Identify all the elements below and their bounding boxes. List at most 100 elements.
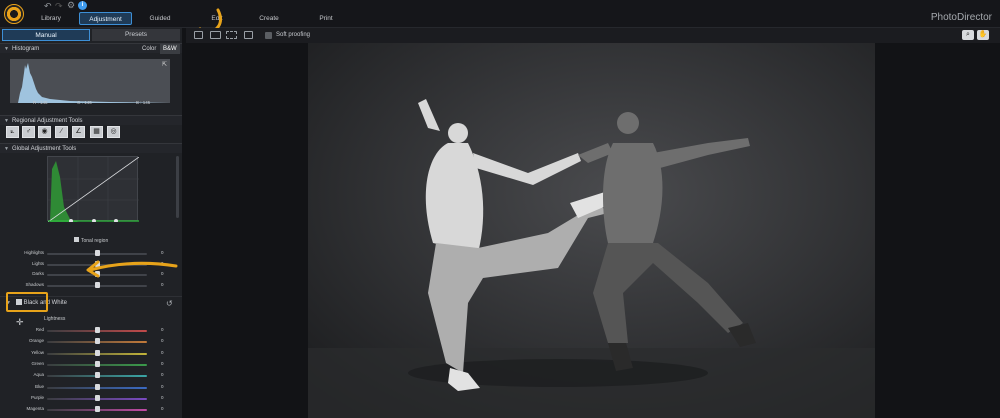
tone-slider-knob[interactable] (95, 250, 100, 256)
tab-guided[interactable]: Guided (141, 12, 179, 25)
tone-label: Highlights (24, 250, 44, 255)
collapse-triangle-icon: ▼ (4, 46, 9, 52)
color-label: Red (35, 327, 44, 332)
app-title: PhotoDirector (930, 12, 992, 23)
color-slider-knob[interactable] (95, 360, 100, 367)
color-label: Yellow (31, 349, 44, 355)
highlight-box (6, 292, 48, 312)
redo-icon[interactable]: ↷ (55, 1, 63, 12)
color-row: Green 0 (0, 360, 182, 371)
red-eye-icon[interactable]: ◉ (38, 126, 51, 138)
top-bar: ↶ ↷ ⚙ i Library Adjustment Guided Edit C… (0, 0, 1000, 28)
compare-view-icon[interactable] (210, 31, 221, 39)
soft-proofing-checkbox[interactable] (265, 32, 272, 39)
color-value: 0 (161, 327, 164, 332)
global-tools-title: Global Adjustment Tools (11, 146, 77, 152)
color-value: 0 (161, 360, 164, 366)
spot-removal-icon[interactable]: ♂ (22, 126, 35, 138)
adjust-icon[interactable]: ◎ (107, 126, 120, 138)
global-tools-header[interactable]: ▼ Global Adjustment Tools (0, 143, 182, 153)
tone-slider-knob[interactable] (95, 281, 100, 288)
color-row: Blue 0 (0, 383, 182, 394)
soft-proofing-label: Soft proofing (276, 32, 311, 38)
radial-filter-icon[interactable]: ▦ (90, 126, 103, 138)
tone-curve-graph[interactable] (47, 156, 140, 223)
tone-row: Shadows 0 (0, 281, 182, 292)
tone-curve (47, 156, 140, 223)
color-label: Orange (28, 338, 44, 344)
color-label: Purple (30, 394, 44, 400)
tab-adjustment[interactable]: Adjustment (79, 12, 132, 25)
lightness-label: Lightness (44, 316, 66, 322)
single-view-icon[interactable] (194, 31, 203, 39)
color-value: 0 (161, 406, 164, 412)
view-toolbar: Soft proofing ⌕ ✋ (186, 28, 1000, 43)
color-slider-knob[interactable] (95, 394, 100, 401)
expand-icon[interactable]: ⇱ (162, 61, 167, 68)
histogram-bars (18, 63, 170, 103)
panel-scrollbar[interactable] (176, 156, 179, 218)
tab-print[interactable]: Print (312, 12, 340, 25)
brush-tool-icon[interactable]: ∕ (55, 126, 68, 138)
info-icon[interactable]: i (78, 1, 87, 10)
histogram-bw-toggle[interactable]: B&W (160, 44, 180, 54)
tab-manual[interactable]: Manual (2, 29, 90, 41)
color-slider-knob[interactable] (95, 383, 100, 390)
tab-library[interactable]: Library (33, 12, 69, 25)
reset-icon[interactable]: ↺ (166, 297, 173, 310)
tone-label: Shadows (25, 281, 44, 287)
collapse-triangle-icon: ▼ (4, 118, 9, 124)
collapse-triangle-icon: ▼ (4, 146, 9, 152)
logo-icon (4, 4, 24, 24)
tone-value: 0 (161, 281, 164, 287)
tone-value: 0 (161, 250, 164, 255)
color-slider-knob[interactable] (95, 338, 100, 345)
color-row: Purple 0 (0, 394, 182, 405)
hand-icon[interactable]: ✋ (977, 30, 989, 40)
regional-tools-title: Regional Adjustment Tools (11, 118, 83, 124)
undo-icon[interactable]: ↶ (44, 1, 52, 12)
color-row: Aqua 0 (0, 371, 182, 382)
histogram-r-value: R : 145 (33, 100, 48, 105)
second-display-icon[interactable] (244, 31, 253, 39)
color-slider-knob[interactable] (95, 327, 100, 333)
color-value: 0 (161, 338, 164, 344)
gradient-mask-icon[interactable]: ∠ (72, 126, 85, 138)
photo-dancers (308, 43, 875, 418)
color-slider-knob[interactable] (95, 406, 100, 413)
color-value: 0 (161, 372, 164, 378)
histogram-graph: ⇱ (10, 59, 170, 103)
grid-view-icon[interactable] (226, 31, 237, 39)
color-value: 0 (161, 349, 164, 355)
color-value: 0 (161, 383, 164, 389)
color-slider-knob[interactable] (95, 372, 100, 379)
color-slider-knob[interactable] (95, 349, 100, 356)
color-label: Blue (34, 383, 44, 389)
color-value: 0 (161, 394, 164, 400)
tonal-region-checkbox[interactable] (74, 237, 79, 242)
regional-tools-header[interactable]: ▼ Regional Adjustment Tools (0, 115, 182, 125)
histogram-b-value: B : 145 (136, 100, 151, 105)
histogram-header[interactable]: ▼ Histogram Color B&W (0, 43, 182, 54)
histogram-g-value: G : 145 (77, 100, 92, 105)
color-row: Red 0 (0, 326, 182, 337)
tab-create[interactable]: Create (252, 12, 286, 25)
tonal-region-label: Tonal region (81, 238, 109, 244)
color-row: Magenta 0 (0, 405, 182, 416)
tone-label: Lights (31, 260, 44, 266)
color-label: Magenta (26, 406, 44, 412)
photo-canvas[interactable] (308, 43, 875, 418)
color-label: Aqua (33, 372, 44, 378)
crop-tool-icon[interactable]: ⟀ (6, 126, 19, 138)
color-label: Green (31, 360, 44, 366)
tone-label: Darks (32, 271, 44, 276)
color-row: Orange 0 (0, 337, 182, 348)
tab-presets[interactable]: Presets (92, 29, 180, 41)
annotation-arrow-middle (86, 260, 178, 278)
histogram-color-toggle[interactable]: Color (142, 44, 156, 54)
zoom-icon[interactable]: ⌕ (962, 30, 974, 40)
histogram-title: Histogram (11, 46, 40, 52)
tonal-region-toggle[interactable]: Tonal region (74, 237, 108, 244)
gear-icon[interactable]: ⚙ (67, 0, 75, 11)
color-row: Yellow 0 (0, 349, 182, 360)
